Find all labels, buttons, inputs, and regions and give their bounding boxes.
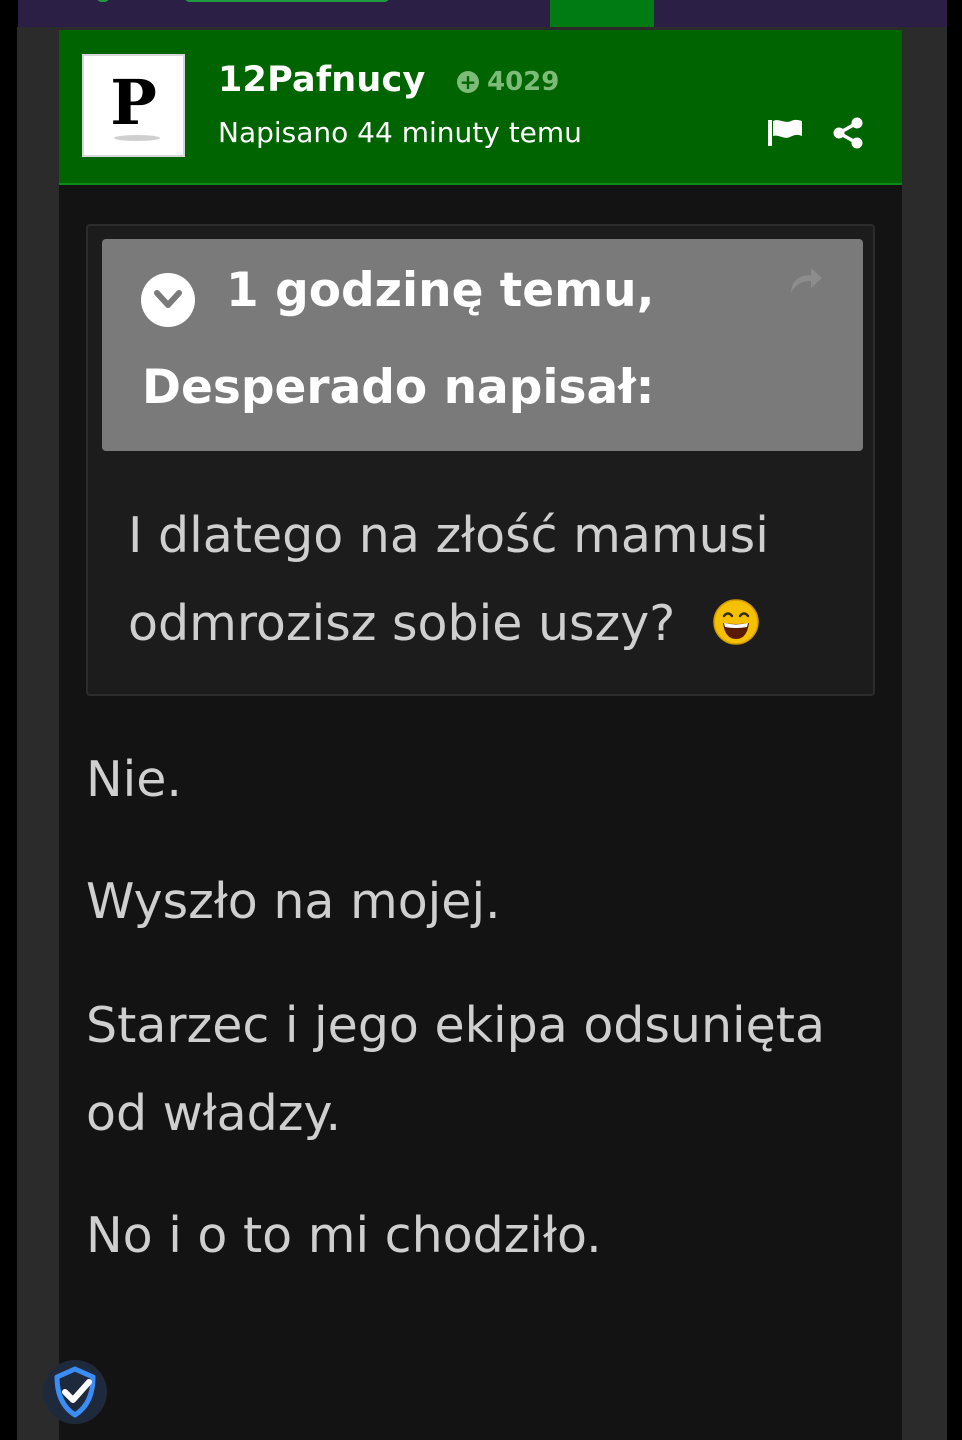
share-icon[interactable] — [832, 117, 864, 149]
go-to-quote-icon[interactable] — [787, 263, 825, 297]
post-paragraph: No i o to mi chodziło. — [86, 1207, 602, 1264]
post-paragraph: Wyszło na mojej. — [86, 873, 501, 930]
laughing-emoji-icon — [713, 598, 759, 645]
quote-text-line-1: I dlatego na złość mamusi — [128, 507, 769, 564]
reputation-badge: + 4029 — [457, 67, 559, 97]
nav-active-pill[interactable] — [184, 0, 390, 2]
nav-active-tab[interactable] — [550, 0, 654, 27]
avatar-letter: P — [110, 65, 157, 139]
post-paragraph: Starzec i jego ekipa odsunięta od władzy… — [86, 997, 826, 1142]
collapse-quote-button[interactable] — [141, 273, 195, 327]
quote-time: 1 godzinę temu, — [226, 263, 655, 318]
quote-body: I dlatego na złość mamusi odmrozisz sobi… — [128, 492, 828, 668]
plus-icon: + — [457, 71, 479, 93]
quote-text-line-2-text: odmrozisz sobie uszy? — [128, 595, 676, 652]
quote-text-line-2: odmrozisz sobie uszy? — [128, 580, 828, 668]
floating-check-button[interactable] — [43, 1360, 107, 1424]
avatar-shadow — [114, 135, 160, 141]
flag-icon[interactable] — [767, 118, 803, 148]
chevron-down-icon — [154, 290, 182, 308]
nav-indicator — [96, 0, 110, 2]
post-paragraph: Nie. — [86, 751, 182, 808]
reputation-value: 4029 — [487, 67, 560, 97]
shield-check-icon — [54, 1366, 96, 1418]
avatar[interactable]: P — [82, 54, 185, 157]
quote-header: 1 godzinę temu, Desperado napisał: — [102, 239, 863, 451]
quote-author: Desperado napisał: — [142, 360, 655, 415]
quote-block: 1 godzinę temu, Desperado napisał: I dla… — [86, 224, 875, 696]
top-nav — [18, 0, 947, 27]
forum-post: P 12Pafnucy + 4029 Napisano 44 minuty te… — [59, 30, 902, 1440]
post-header: P 12Pafnucy + 4029 Napisano 44 minuty te… — [59, 30, 902, 185]
page: P 12Pafnucy + 4029 Napisano 44 minuty te… — [0, 0, 962, 1440]
posted-time: Napisano 44 minuty temu — [218, 116, 582, 149]
username-link[interactable]: 12Pafnucy — [218, 60, 425, 100]
